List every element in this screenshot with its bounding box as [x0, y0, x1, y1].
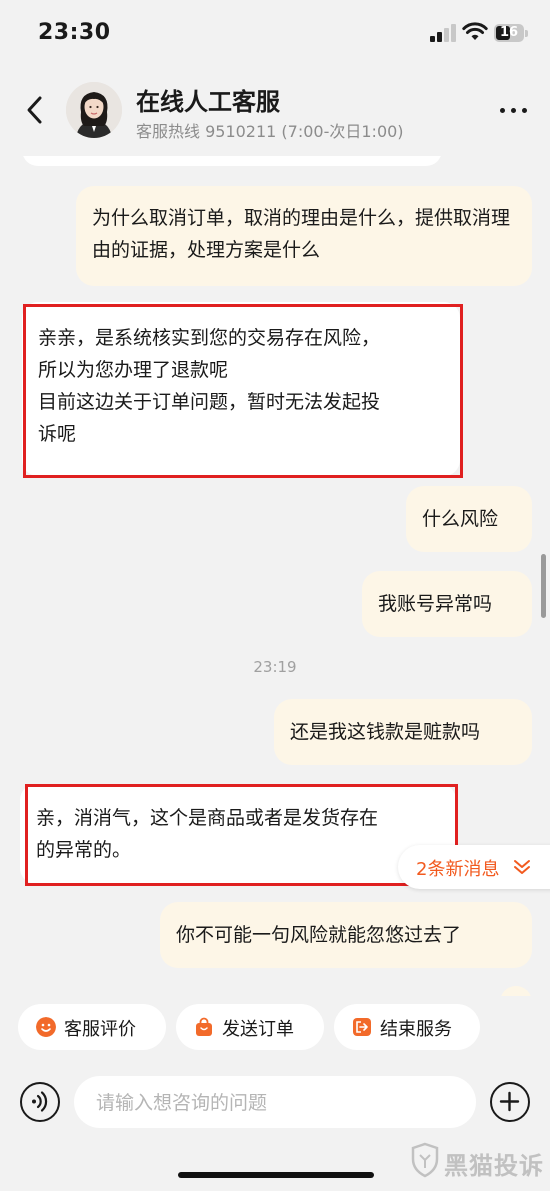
voice-input-button[interactable] [20, 1082, 60, 1122]
shopping-bag-icon [196, 1017, 212, 1036]
plus-icon [499, 1091, 520, 1112]
new-messages-button[interactable]: 2条新消息 [398, 845, 550, 889]
message-text: 什么风险 [422, 508, 499, 530]
chat-screen: 23:30 16 在线人工客服 客服热线 9510211 (7:00-次日1:0… [0, 0, 550, 1191]
quick-action-label: 发送订单 [222, 1019, 294, 1040]
status-time: 23:30 [38, 20, 111, 45]
message-input-container[interactable] [74, 1076, 476, 1130]
home-indicator[interactable] [178, 1172, 374, 1178]
highlight-box [23, 304, 463, 478]
status-bar: 23:30 16 [0, 0, 550, 68]
user-message: 为什么取消订单，取消的理由是什么，提供取消理由的证据，处理方案是什么 [76, 186, 532, 286]
partial-message [22, 156, 442, 166]
quick-action-label: 结束服务 [380, 1019, 452, 1040]
quick-action-label: 客服评价 [64, 1019, 136, 1040]
wifi-icon [462, 22, 488, 40]
more-actions-button[interactable] [490, 1082, 530, 1122]
service-hotline: 客服热线 9510211 (7:00-次日1:00) [136, 122, 404, 141]
voice-wave-icon [32, 1091, 48, 1112]
exit-icon [353, 1018, 371, 1036]
double-chevron-down-icon [514, 860, 530, 874]
user-message: 还是我这钱款是赃款吗 [274, 699, 532, 765]
user-message: 什么风险 [406, 486, 532, 552]
cellular-signal-icon [430, 24, 458, 42]
battery-icon: 16 [494, 24, 524, 42]
user-message: 你不可能一句风险就能忽悠过去了 [160, 902, 532, 968]
rate-service-button[interactable]: 客服评价 [18, 1004, 166, 1050]
header-title: 在线人工客服 [136, 88, 280, 116]
scrollbar-thumb[interactable] [541, 554, 546, 618]
partial-message [500, 986, 532, 996]
message-input[interactable] [94, 1076, 458, 1130]
send-order-button[interactable]: 发送订单 [176, 1004, 324, 1050]
more-options-button[interactable] [500, 106, 530, 116]
highlight-box [25, 784, 458, 886]
chat-header: 在线人工客服 客服热线 9510211 (7:00-次日1:00) [0, 68, 550, 156]
smile-icon [36, 1017, 56, 1037]
watermark: 黑猫投诉 [408, 1140, 548, 1184]
battery-cap [525, 30, 528, 37]
end-service-button[interactable]: 结束服务 [334, 1004, 480, 1050]
user-message: 我账号异常吗 [362, 571, 532, 637]
battery-level-text: 16 [499, 25, 519, 40]
message-text: 为什么取消订单，取消的理由是什么，提供取消理由的证据，处理方案是什么 [92, 207, 511, 261]
back-button[interactable] [18, 92, 54, 128]
message-text: 还是我这钱款是赃款吗 [290, 721, 481, 743]
shield-logo-icon [411, 1142, 439, 1178]
watermark-text: 黑猫投诉 [444, 1152, 544, 1180]
quick-actions: 客服评价 发送订单 结束服务 [0, 996, 550, 1060]
agent-avatar[interactable] [66, 82, 122, 138]
new-messages-label: 2条新消息 [416, 859, 500, 880]
message-list[interactable]: 为什么取消订单，取消的理由是什么，提供取消理由的证据，处理方案是什么 亲亲，是系… [0, 156, 550, 996]
time-separator: 23:19 [253, 658, 297, 676]
message-text: 我账号异常吗 [378, 593, 493, 615]
input-row [0, 1066, 550, 1140]
message-text: 你不可能一句风险就能忽悠过去了 [176, 924, 462, 946]
